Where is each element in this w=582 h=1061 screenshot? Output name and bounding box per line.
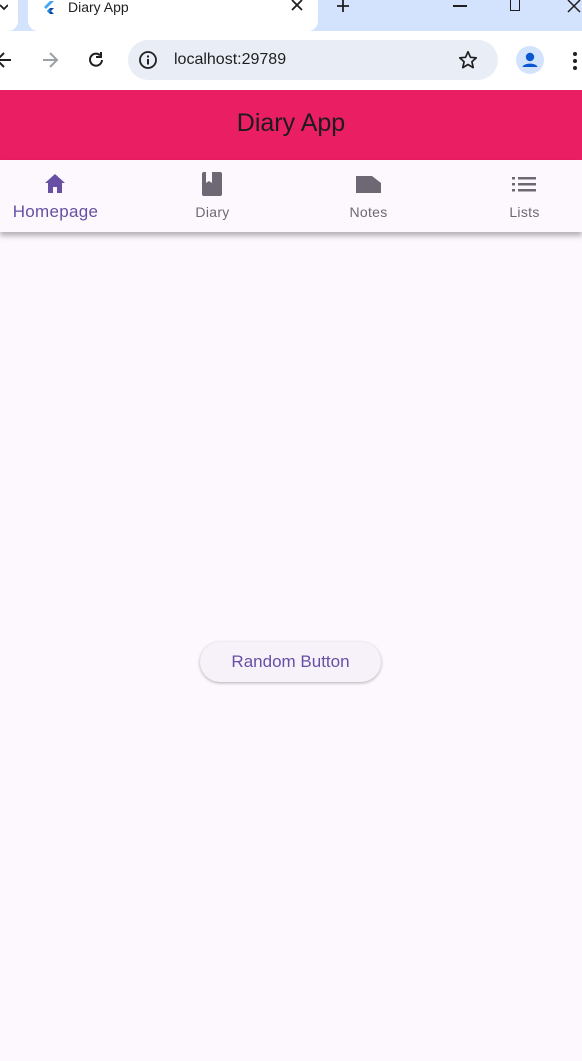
maximize-window-icon[interactable] bbox=[510, 0, 520, 11]
navigation-bar: Homepage Diary Notes Lists bbox=[0, 160, 582, 232]
random-button[interactable]: Random Button bbox=[200, 642, 381, 682]
nav-item-label: Homepage bbox=[12, 202, 99, 221]
browser-tab-active[interactable]: Diary App bbox=[28, 0, 318, 31]
url-text[interactable]: localhost:29789 bbox=[174, 51, 286, 69]
nav-item-label: Lists bbox=[509, 204, 540, 220]
browser-toolbar: localhost:29789 bbox=[0, 31, 582, 90]
nav-item-label: Diary bbox=[195, 204, 230, 220]
reload-icon[interactable] bbox=[86, 50, 106, 70]
chevron-down-icon bbox=[0, 4, 8, 11]
new-tab-icon[interactable] bbox=[334, 0, 352, 14]
forward-arrow-icon[interactable] bbox=[40, 50, 60, 70]
browser-tab-strip: Diary App bbox=[0, 0, 582, 31]
more-vert-icon[interactable] bbox=[572, 51, 578, 71]
profile-icon bbox=[522, 52, 538, 67]
minimize-window-icon[interactable] bbox=[453, 5, 467, 7]
bookmark-star-icon[interactable] bbox=[458, 50, 478, 70]
book-icon bbox=[202, 172, 222, 196]
nav-item-notes[interactable]: Notes bbox=[296, 160, 441, 232]
tab-title: Diary App bbox=[68, 0, 129, 15]
nav-item-label: Notes bbox=[349, 204, 388, 220]
home-icon bbox=[45, 174, 65, 193]
app-title: Diary App bbox=[236, 109, 346, 137]
back-arrow-icon[interactable] bbox=[0, 50, 14, 70]
list-icon bbox=[512, 177, 536, 192]
nav-item-homepage[interactable]: Homepage bbox=[0, 160, 128, 232]
nav-item-lists[interactable]: Lists bbox=[452, 160, 582, 232]
main-content: Random Button bbox=[0, 232, 582, 1061]
label-icon bbox=[356, 176, 381, 193]
site-info-icon[interactable] bbox=[138, 50, 158, 70]
address-bar[interactable]: localhost:29789 bbox=[128, 40, 498, 80]
profile-button[interactable] bbox=[516, 46, 544, 74]
nav-item-diary[interactable]: Diary bbox=[140, 160, 285, 232]
close-icon[interactable] bbox=[290, 0, 304, 14]
tab-search-button[interactable] bbox=[0, 0, 18, 31]
flutter-icon bbox=[44, 1, 54, 14]
close-window-icon[interactable] bbox=[566, 0, 582, 14]
app-bar: Diary App bbox=[0, 90, 582, 160]
